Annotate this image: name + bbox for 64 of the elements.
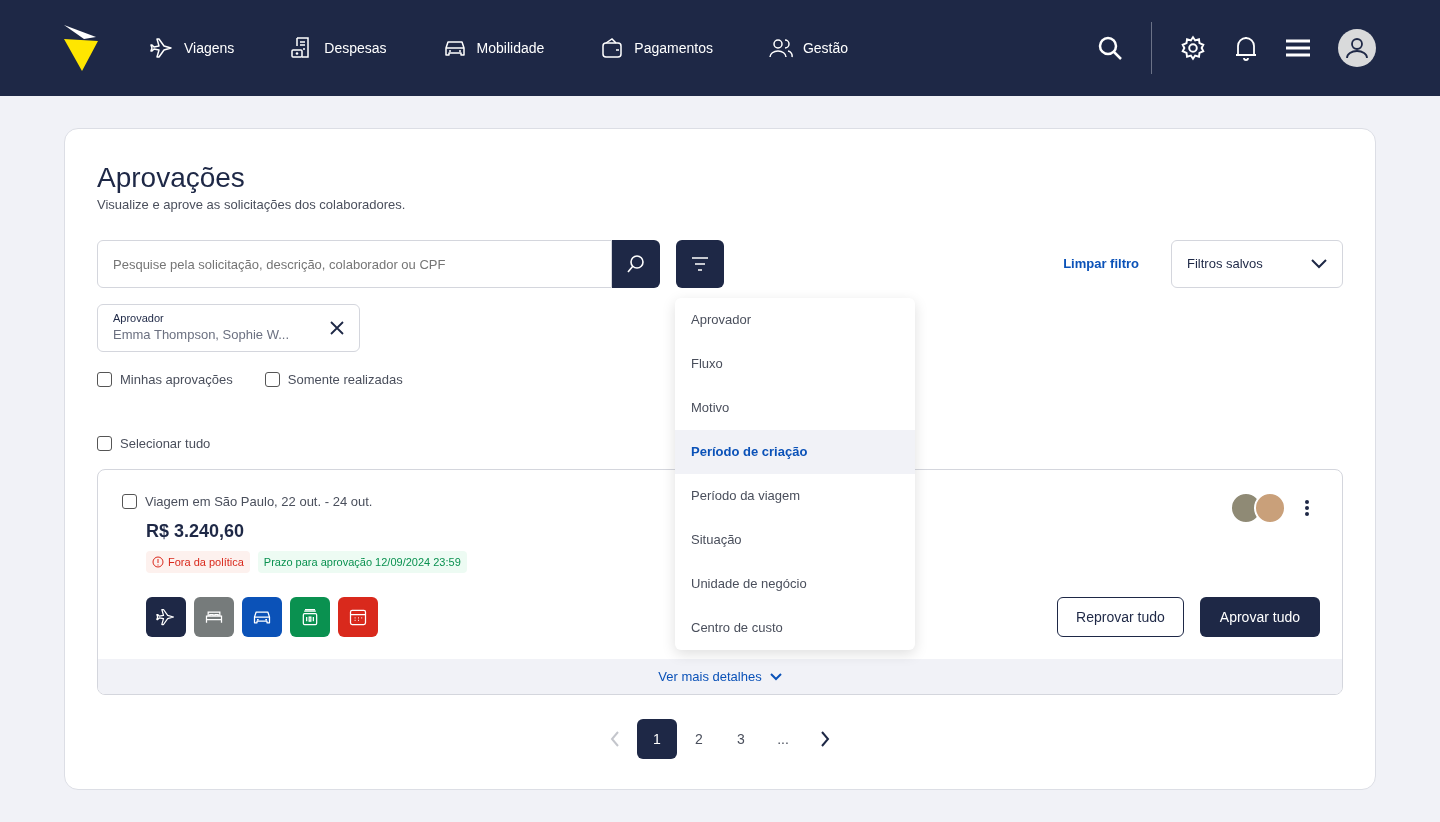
- users-icon: [768, 36, 793, 60]
- cash-service-icon[interactable]: [290, 597, 330, 638]
- more-options-icon[interactable]: [1304, 499, 1310, 518]
- checkbox[interactable]: [122, 494, 137, 510]
- filter-menu-item[interactable]: Aprovador: [675, 298, 915, 342]
- filter-chip[interactable]: Aprovador Emma Thompson, Sophie W...: [97, 304, 360, 353]
- filter-menu-item[interactable]: Motivo: [675, 386, 915, 430]
- checkbox-label: Minhas aprovações: [120, 371, 233, 390]
- deadline-tag: Prazo para aprovação 12/09/2024 23:59: [257, 550, 467, 574]
- checkbox[interactable]: [97, 372, 112, 388]
- search-field[interactable]: Pesquise pela solicitação, descrição, colaborador ou CPF: [97, 240, 612, 289]
- filter-menu-item[interactable]: Unidade de negócio: [675, 562, 915, 606]
- filter-chip-value: Emma Thompson, Sophie W...: [113, 326, 290, 345]
- calendar-service-icon[interactable]: [338, 597, 378, 638]
- page-title: Aprovações: [97, 161, 246, 195]
- filter-menu-item[interactable]: Período da viagem: [675, 474, 915, 518]
- chevron-down-icon: [1311, 259, 1327, 270]
- checkbox[interactable]: [264, 372, 280, 388]
- chevron-right-icon: [820, 731, 830, 748]
- search-icon[interactable]: [1097, 35, 1123, 61]
- bed-service-icon[interactable]: [194, 597, 234, 638]
- saved-filters-dropdown[interactable]: Filtros salvos: [1171, 240, 1343, 289]
- airplane-icon: [150, 36, 174, 60]
- clear-filter-link[interactable]: Limpar filtro: [1063, 254, 1139, 274]
- notification-bell-icon[interactable]: [1234, 35, 1258, 61]
- nav-link[interactable]: Viagens: [150, 36, 235, 60]
- filter-chip-label: Aprovador: [113, 311, 165, 326]
- page-button[interactable]: 1: [637, 719, 677, 760]
- policy-warning-tag: Fora da política: [146, 550, 250, 574]
- nav-link[interactable]: Despesas: [290, 36, 387, 60]
- filter-button[interactable]: [676, 240, 724, 289]
- close-icon[interactable]: [330, 321, 344, 336]
- page-button[interactable]: 3: [721, 719, 761, 760]
- nav-link[interactable]: Pagamentos: [600, 36, 713, 60]
- user-avatar[interactable]: [1338, 29, 1376, 67]
- page-subtitle: Visualize e aprove as solicitações dos colaboradores.: [97, 195, 407, 214]
- request-title: Viagem em São Paulo, 22 out. - 24 out.: [145, 493, 373, 512]
- page-button[interactable]: 2: [679, 719, 719, 760]
- approve-all-button[interactable]: Aprovar tudo: [1199, 597, 1320, 638]
- logo-icon[interactable]: [64, 25, 98, 71]
- settings-icon[interactable]: [1180, 35, 1206, 61]
- filter-icon: [691, 257, 709, 272]
- menu-icon[interactable]: [1286, 38, 1310, 58]
- chevron-left-icon: [610, 731, 620, 748]
- info-icon: [152, 555, 164, 568]
- select-all-label: Selecionar tudo: [120, 434, 211, 453]
- search-icon: [626, 254, 646, 275]
- checkbox[interactable]: [97, 435, 112, 451]
- details-link[interactable]: Ver mais detalhes: [658, 666, 782, 687]
- nav-link[interactable]: Mobilidade: [442, 36, 545, 60]
- wallet-icon: [600, 36, 625, 60]
- filter-menu-item[interactable]: Período de criação: [675, 430, 915, 474]
- checkbox-label: Somente realizadas: [287, 371, 403, 390]
- search-button[interactable]: [612, 240, 660, 289]
- filter-menu-item[interactable]: Fluxo: [675, 342, 915, 386]
- airplane-service-icon[interactable]: [146, 597, 186, 638]
- car-service-icon[interactable]: [242, 597, 282, 638]
- nav-link[interactable]: Gestão: [768, 36, 849, 60]
- request-amount: R$ 3.240,60: [146, 519, 245, 543]
- reject-all-button[interactable]: Reprovar tudo: [1057, 597, 1184, 638]
- filter-menu-item[interactable]: Situação: [675, 518, 915, 562]
- page-button[interactable]: ...: [763, 719, 803, 760]
- filter-menu-item[interactable]: Centro de custo: [675, 606, 915, 650]
- chevron-down-icon: [769, 672, 782, 681]
